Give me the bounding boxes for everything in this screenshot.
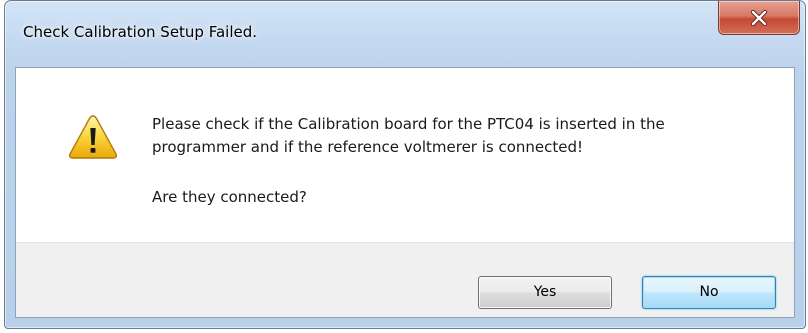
dialog-message: Please check if the Calibration board fo… bbox=[152, 113, 762, 159]
message-line: programmer and if the reference voltmere… bbox=[152, 138, 584, 156]
dialog-window: Check Calibration Setup Failed. Please c… bbox=[4, 0, 806, 329]
message-area: Please check if the Calibration board fo… bbox=[16, 68, 794, 242]
dialog-client-area: Please check if the Calibration board fo… bbox=[15, 67, 795, 318]
dialog-question: Are they connected? bbox=[152, 188, 307, 206]
title-bar[interactable]: Check Calibration Setup Failed. bbox=[5, 1, 805, 67]
button-bar: Yes No bbox=[16, 242, 794, 317]
close-button[interactable] bbox=[718, 1, 800, 35]
warning-icon bbox=[68, 115, 118, 159]
dialog-title: Check Calibration Setup Failed. bbox=[23, 23, 258, 41]
close-icon bbox=[750, 9, 768, 26]
yes-button[interactable]: Yes bbox=[478, 276, 612, 309]
no-button[interactable]: No bbox=[642, 276, 776, 309]
message-line: Please check if the Calibration board fo… bbox=[152, 115, 665, 133]
